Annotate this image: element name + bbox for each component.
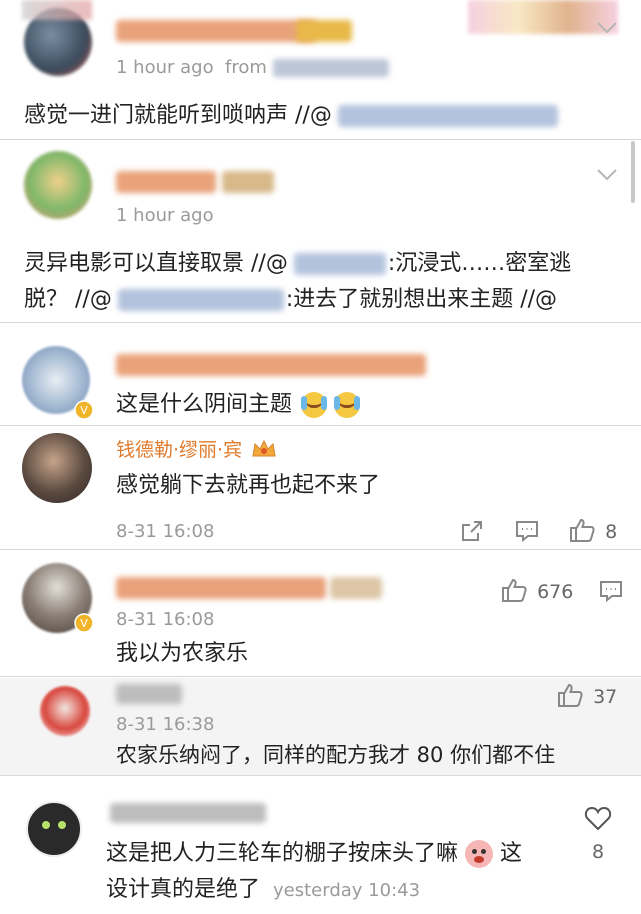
comment-time: 8-31 16:38: [116, 714, 215, 735]
chevron-down-icon[interactable]: [595, 20, 619, 36]
comment-text-line-2: 脱？ //@:进去了就别想出来主题 //@: [24, 287, 558, 312]
comment-card-3: V 这是什么阴间主题: [0, 324, 641, 426]
share-icon[interactable]: [460, 519, 484, 543]
thumbs-up-icon: [558, 683, 583, 707]
comment-icon[interactable]: [514, 519, 540, 543]
username-blurred[interactable]: [116, 684, 182, 704]
comment-text: 这是什么阴间主题: [116, 390, 361, 420]
comment-text-line-2: 设计真的是绝了 yesterday 10:43: [106, 877, 421, 902]
like-count: 8: [592, 841, 605, 863]
comment-text: 感觉躺下去就再也起不来了: [116, 473, 381, 498]
comment-time: 8-31 16:08: [116, 521, 215, 542]
like-button[interactable]: 8: [568, 517, 617, 543]
avatar[interactable]: [22, 433, 92, 503]
badge-blurred: [222, 171, 274, 193]
comment-card-1: 1 hour ago from 感觉一进门就能听到唢呐声 //@: [0, 0, 641, 140]
comment-text: 农家乐纳闷了，同样的配方我才 80 你们都不住: [116, 743, 556, 767]
heart-icon[interactable]: [584, 805, 612, 831]
mention-blurred[interactable]: [293, 253, 386, 275]
comment-text-line-1: 这是把人力三轮车的棚子按床头了嘛 这: [106, 840, 523, 868]
comment-card-6: 37 8-31 16:38 农家乐纳闷了，同样的配方我才 80 你们都不住: [0, 678, 641, 776]
chevron-down-icon[interactable]: [595, 167, 619, 183]
crying-laughing-emoji: [334, 392, 361, 418]
mention-blurred[interactable]: [337, 105, 558, 127]
cat-face: [58, 821, 66, 829]
like-button[interactable]: 676: [500, 577, 573, 603]
comment-card-7: 8 这是把人力三轮车的棚子按床头了嘛 这 设计真的是绝了 yesterday 1…: [0, 777, 641, 914]
crown-badge-icon: [252, 439, 276, 457]
crying-laughing-emoji: [301, 392, 328, 418]
cat-face: [42, 821, 50, 829]
mention-blurred[interactable]: [117, 289, 284, 311]
comment-time: 8-31 16:08: [116, 609, 215, 630]
comment-time: 1 hour ago: [116, 205, 214, 226]
like-count: 37: [593, 686, 618, 708]
comment-time: yesterday 10:43: [273, 880, 421, 901]
comment-text: 我以为农家乐: [116, 641, 249, 666]
thumbs-up-icon: [502, 578, 527, 602]
comment-icon[interactable]: [598, 579, 624, 603]
like-button[interactable]: 37: [556, 682, 617, 708]
crying-emoji: [465, 840, 494, 868]
username-blurred[interactable]: [116, 20, 316, 42]
comment-text-line-1: 灵异电影可以直接取景 //@:沉浸式……密室逃: [24, 251, 572, 276]
comment-card-2: 1 hour ago 灵异电影可以直接取景 //@:沉浸式……密室逃 脱？ //…: [0, 141, 641, 323]
like-count: 676: [537, 581, 574, 603]
avatar[interactable]: [26, 801, 82, 857]
comment-time: 1 hour ago from: [116, 57, 389, 78]
username-blurred[interactable]: [116, 171, 216, 193]
svg-text:V: V: [80, 404, 88, 417]
username-blurred[interactable]: [116, 354, 426, 376]
decorative-sticker: [22, 0, 92, 20]
avatar[interactable]: [40, 686, 90, 736]
like-count: 8: [605, 521, 618, 543]
comment-card-5: V 676 8-31 16:08 我以为农家乐: [0, 551, 641, 677]
thumbs-up-icon: [570, 518, 595, 542]
username-blurred[interactable]: [116, 577, 326, 599]
username-blurred[interactable]: [110, 803, 266, 823]
verified-badge-icon: V: [74, 613, 94, 633]
source-blurred: [272, 59, 389, 77]
scrollbar[interactable]: [631, 141, 635, 203]
verified-badge-icon: V: [74, 400, 94, 420]
badge-blurred: [330, 577, 382, 599]
badge-blurred: [296, 20, 352, 42]
svg-text:V: V: [80, 617, 88, 630]
username[interactable]: 钱德勒·缪丽·宾: [116, 435, 278, 462]
comment-card-4: 钱德勒·缪丽·宾 感觉躺下去就再也起不来了 8-31 16:08 8: [0, 427, 641, 550]
avatar[interactable]: [24, 151, 92, 219]
comment-text: 感觉一进门就能听到唢呐声 //@: [24, 101, 558, 131]
